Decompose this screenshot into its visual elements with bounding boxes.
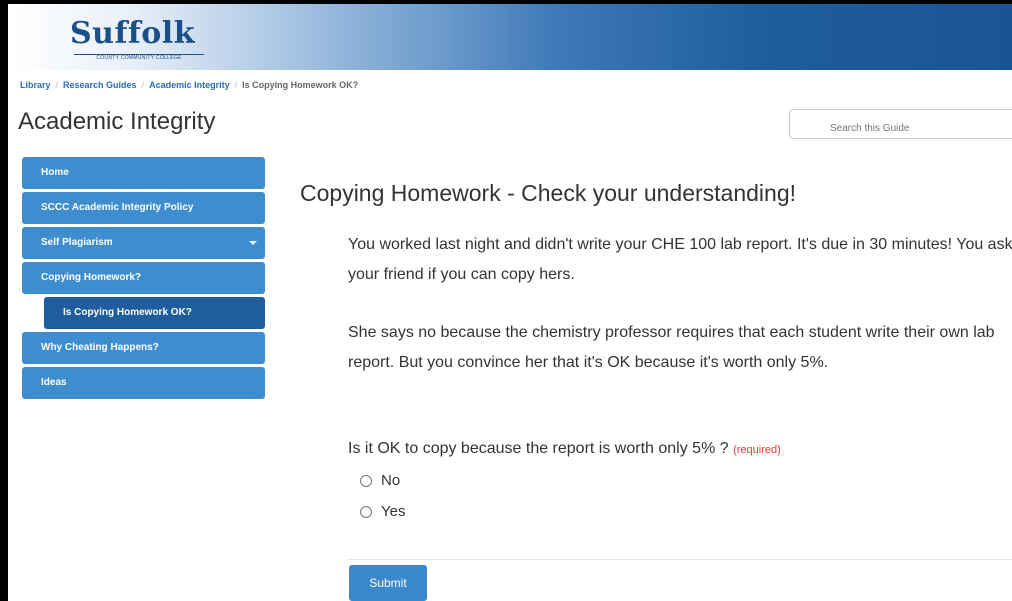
breadcrumb-library[interactable]: Library — [20, 80, 51, 90]
nav-item-is-copying-ok[interactable]: Is Copying Homework OK? — [44, 297, 265, 329]
radio-button-yes[interactable] — [360, 505, 372, 518]
radio-option-no[interactable]: No — [360, 472, 400, 489]
suffolk-logo[interactable]: Suffolk — [70, 16, 195, 51]
radio-button-no[interactable] — [360, 474, 372, 487]
nav-item-label: SCCC Academic Integrity Policy — [41, 202, 194, 213]
logo-subtitle: COUNTY COMMUNITY COLLEGE — [74, 54, 204, 61]
breadcrumb-academic-integrity[interactable]: Academic Integrity — [149, 80, 230, 90]
nav-item-label: Copying Homework? — [41, 272, 142, 283]
content-title: Copying Homework - Check your understand… — [300, 180, 797, 206]
chevron-down-icon[interactable] — [249, 241, 257, 245]
nav-item-label: Ideas — [41, 377, 67, 388]
quiz-question: Is it OK to copy because the report is w… — [348, 440, 781, 458]
radio-label-yes: Yes — [381, 503, 406, 520]
nav-item-label: Is Copying Homework OK? — [63, 307, 192, 318]
window-border-left — [0, 0, 8, 601]
nav-item-home[interactable]: Home — [22, 157, 265, 189]
breadcrumb-current: Is Copying Homework OK? — [242, 80, 359, 90]
radio-label-no: No — [381, 472, 401, 489]
nav-item-policy[interactable]: SCCC Academic Integrity Policy — [22, 192, 265, 224]
form-divider — [348, 559, 1012, 560]
submit-button[interactable]: Submit — [349, 565, 427, 601]
breadcrumb-research-guides[interactable]: Research Guides — [63, 80, 137, 90]
scenario-paragraph-2: She says no because the chemistry profes… — [348, 324, 995, 371]
nav-item-why-cheating[interactable]: Why Cheating Happens? — [22, 332, 265, 364]
nav-item-label: Why Cheating Happens? — [41, 342, 159, 353]
nav-item-copying-homework[interactable]: Copying Homework? — [22, 262, 265, 294]
required-label: (required) — [733, 444, 781, 456]
search-input[interactable] — [789, 109, 1012, 139]
nav-item-label: Home — [41, 167, 69, 178]
guide-nav: Home SCCC Academic Integrity Policy Self… — [22, 157, 265, 402]
nav-item-self-plagiarism[interactable]: Self Plagiarism — [22, 227, 265, 259]
site-header: Suffolk COUNTY COMMUNITY COLLEGE — [8, 4, 1012, 70]
question-text: Is it OK to copy because the report is w… — [348, 440, 729, 457]
nav-item-ideas[interactable]: Ideas — [22, 367, 265, 399]
nav-item-label: Self Plagiarism — [41, 237, 113, 248]
breadcrumb: Library / Research Guides / Academic Integri… — [20, 80, 359, 90]
guide-title: Academic Integrity — [18, 108, 216, 135]
radio-option-yes[interactable]: Yes — [360, 503, 405, 520]
scenario-paragraph-1: You worked last night and didn't write y… — [348, 236, 1012, 283]
